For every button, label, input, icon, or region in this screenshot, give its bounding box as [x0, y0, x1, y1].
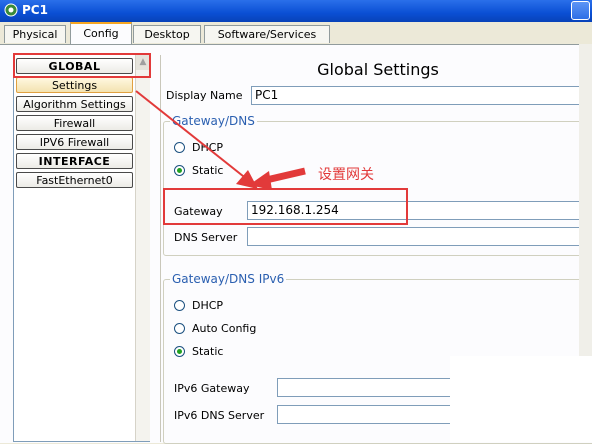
page-title: Global Settings: [317, 60, 439, 79]
dns-server-field[interactable]: [247, 227, 592, 246]
annotation-box-global: [13, 53, 151, 78]
ipv6-auto-config-radio[interactable]: [174, 323, 185, 334]
title-bar: PC1: [0, 0, 592, 22]
display-name-field[interactable]: PC1: [251, 86, 592, 105]
window-button[interactable]: [571, 1, 590, 20]
gateway-static-label: Static: [192, 164, 224, 177]
dns-server-label: DNS Server: [174, 231, 238, 244]
tab-config[interactable]: Config: [70, 22, 132, 44]
window-title: PC1: [22, 3, 48, 17]
ipv6-static-label: Static: [192, 345, 224, 358]
white-overlay: [450, 356, 592, 442]
sidebar: GLOBAL Settings Algorithm Settings Firew…: [13, 53, 150, 442]
tab-desktop[interactable]: Desktop: [133, 25, 201, 43]
tab-software-services[interactable]: Software/Services: [204, 25, 330, 43]
gateway-dns-title: Gateway/DNS: [170, 114, 257, 128]
gateway-dhcp-radio[interactable]: [174, 142, 185, 153]
display-name-label: Display Name: [166, 89, 243, 102]
ipv6-static-radio[interactable]: [174, 346, 185, 357]
tab-physical[interactable]: Physical: [4, 25, 66, 43]
ipv6-auto-config-label: Auto Config: [192, 322, 257, 335]
sidebar-item-settings[interactable]: Settings: [16, 77, 133, 93]
gateway-dhcp-label: DHCP: [192, 141, 224, 154]
ipv6-dhcp-label: DHCP: [192, 299, 224, 312]
sidebar-item-algorithm-settings[interactable]: Algorithm Settings: [16, 96, 133, 112]
sidebar-item-firewall[interactable]: Firewall: [16, 115, 133, 131]
annotation-label: 设置网关: [318, 167, 374, 183]
sidebar-item-interface[interactable]: INTERFACE: [16, 153, 133, 169]
sidebar-item-ipv6-firewall[interactable]: IPV6 Firewall: [16, 134, 133, 150]
sidebar-item-fastethernet0[interactable]: FastEthernet0: [16, 172, 133, 188]
gateway-static-radio[interactable]: [174, 165, 185, 176]
ipv6-dns-server-label: IPv6 DNS Server: [174, 409, 265, 422]
annotation-box-gateway: [163, 188, 408, 225]
sidebar-scrollbar[interactable]: ▲: [135, 54, 150, 441]
gateway-dns-ipv6-title: Gateway/DNS IPv6: [170, 272, 287, 286]
ipv6-dhcp-radio[interactable]: [174, 300, 185, 311]
tab-bar: Physical Config Desktop Software/Service…: [0, 22, 592, 44]
ipv6-gateway-label: IPv6 Gateway: [174, 382, 250, 395]
app-icon: [4, 3, 18, 17]
